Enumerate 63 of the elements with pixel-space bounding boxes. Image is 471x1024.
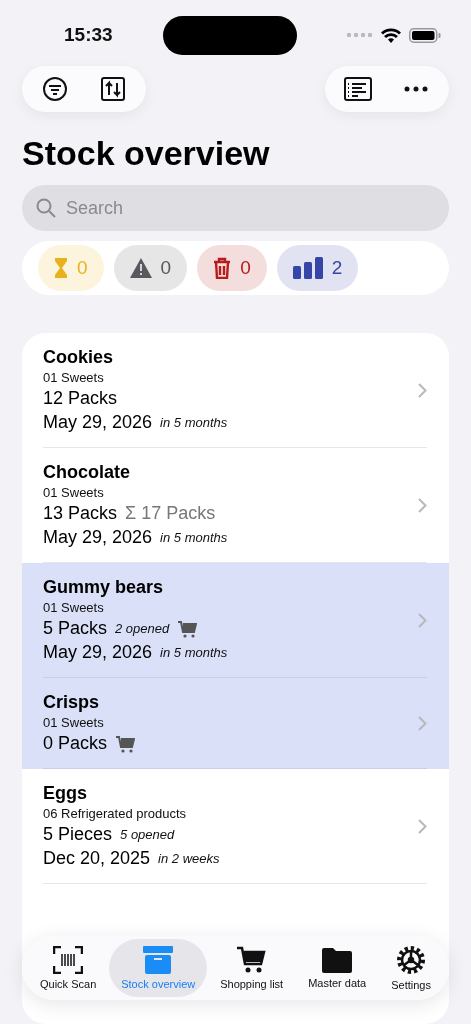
- product-category: 01 Sweets: [43, 600, 104, 615]
- cart-icon: [115, 733, 136, 754]
- due-date: May 29, 2026: [43, 412, 153, 433]
- tab[interactable]: Master data: [296, 939, 379, 997]
- hourglass-icon: [54, 258, 68, 278]
- warning-icon: [129, 258, 152, 278]
- tab[interactable]: Settings: [379, 939, 443, 997]
- product-name: Crisps: [43, 692, 100, 713]
- more-icon: [404, 86, 428, 92]
- product-name: Gummy bears: [43, 577, 164, 598]
- product-category: 06 Refrigerated products: [43, 806, 187, 821]
- product-category: 01 Sweets: [43, 485, 104, 500]
- stock-amount: 5 Packs: [43, 618, 108, 639]
- due-date: May 29, 2026: [43, 527, 153, 548]
- filter-chip[interactable]: 2: [276, 245, 359, 291]
- folder-icon: [322, 947, 353, 973]
- opened-count: 5 opened: [120, 827, 175, 842]
- product-name: Chocolate: [43, 462, 130, 483]
- due-date: Dec 20, 2025: [43, 848, 151, 869]
- stock-amount: 13 Packs: [43, 503, 118, 524]
- product-category: 01 Sweets: [43, 370, 104, 385]
- stock-amount: 0 Packs: [43, 733, 108, 754]
- chevron-icon: [418, 612, 427, 628]
- wifi-icon: [381, 27, 401, 43]
- stock-row[interactable]: Gummy bears 01 Sweets 5 Packs 2 opened May 29, 2026 in 5 months: [22, 563, 449, 678]
- due-date: May 29, 2026: [43, 642, 153, 663]
- filter-chip[interactable]: 0: [113, 245, 188, 291]
- due-relative: in 5 months: [160, 415, 228, 430]
- tab[interactable]: Quick Scan: [28, 939, 109, 997]
- chevron-icon: [418, 715, 427, 731]
- product-name: Eggs: [43, 783, 87, 804]
- stock-amount: 12 Packs: [43, 388, 118, 409]
- search-icon: [36, 198, 56, 218]
- opened-count: 2 opened: [115, 621, 170, 636]
- tab[interactable]: Shopping list: [208, 939, 296, 997]
- page-title: Stock overview: [22, 134, 271, 173]
- due-relative: in 2 weeks: [158, 851, 220, 866]
- chevron-icon: [418, 497, 427, 513]
- filter-icon: [42, 76, 68, 102]
- due-relative: in 5 months: [160, 645, 228, 660]
- due-relative: in 5 months: [160, 530, 228, 545]
- cart-icon: [177, 618, 198, 639]
- sort-icon: [100, 76, 126, 102]
- list-icon: [344, 77, 372, 101]
- cellular-signal-icon: [347, 32, 373, 38]
- search-bar[interactable]: Search: [22, 185, 449, 231]
- barcode-scan-icon: [53, 946, 84, 974]
- product-category: 01 Sweets: [43, 715, 104, 730]
- chevron-icon: [418, 818, 427, 834]
- filter-chip[interactable]: 0: [197, 245, 267, 291]
- battery-icon: [409, 27, 441, 43]
- bar-chart-icon: [292, 257, 323, 279]
- product-name: Cookies: [43, 347, 114, 368]
- cart-icon: [236, 946, 267, 974]
- archive-box-icon: [143, 946, 174, 974]
- status-time: 15:33: [64, 24, 113, 46]
- trash-icon: [213, 257, 232, 279]
- search-field[interactable]: Search: [64, 196, 435, 220]
- total-amount: Σ 17 Packs: [125, 503, 216, 524]
- gear-icon: [396, 945, 427, 975]
- stock-row[interactable]: Crisps 01 Sweets 0 Packs: [22, 678, 449, 769]
- chevron-icon: [418, 382, 427, 398]
- stock-amount: 5 Pieces: [43, 824, 113, 845]
